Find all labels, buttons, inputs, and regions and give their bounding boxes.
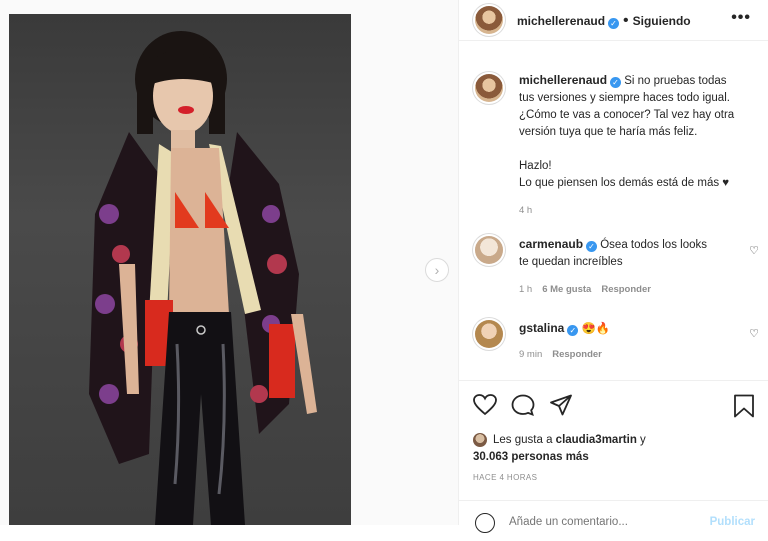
next-photo-button[interactable]: › [425,258,449,282]
post-photo[interactable] [9,14,351,525]
more-options-icon[interactable]: ••• [731,9,751,27]
caption-avatar[interactable] [475,74,503,102]
comment-carmenaub: carmenaub ✓ Ósea todos los looks te queda… [519,236,749,271]
comment-avatar[interactable] [475,320,503,348]
reply-button[interactable]: Responder [601,284,651,295]
caption-line: ¿Cómo te vas a conocer? Tal vez hay otra [519,109,735,121]
bookmark-icon[interactable] [733,394,755,423]
caption-first-line: michellerenaud ✓ Si no pruebas todas [519,72,759,90]
likes-connector: y [640,434,646,446]
add-comment-bar: Publicar [459,500,768,541]
comment-avatar[interactable] [475,236,503,264]
post-header: michellerenaud ✓ • Siguiendo ••• [459,0,768,41]
caption-line: tus versiones y siempre haces todo igual… [519,92,730,104]
photo-illustration [89,31,317,525]
liker-username[interactable]: claudia3martin [556,434,637,446]
comment-time[interactable]: 1 h [519,284,532,295]
caption-username[interactable]: michellerenaud [519,73,607,87]
comment-text: 😍🔥 [581,323,611,335]
comment-username[interactable]: carmenaub [519,237,583,251]
action-bar [459,380,768,431]
post-timestamp[interactable]: HACE 4 HORAS [473,473,537,482]
verified-icon: ✓ [586,241,598,252]
header-username[interactable]: michellerenaud [517,14,605,28]
reply-button[interactable]: Responder [552,349,602,360]
caption-line: Si no pruebas todas [624,75,727,87]
caption-time[interactable]: 4 h [519,202,759,219]
verified-icon: ✓ [610,77,622,88]
comment-meta: 9 min Responder [519,349,612,360]
chevron-right-icon: › [434,262,440,278]
separator-dot: • [623,12,629,29]
caption-spacer [519,141,759,158]
comment-time[interactable]: 9 min [519,349,542,360]
likes-prefix: Les gusta a [493,434,553,446]
comment-meta: 1 h 6 Me gusta Responder [519,284,661,295]
comment-gstalina: gstalina ✓ 😍🔥 [519,320,749,338]
comment-icon[interactable] [511,394,535,421]
heart-icon[interactable] [473,394,497,421]
likes-summary: Les gusta a claudia3martin y 30.063 pers… [473,432,753,466]
photo-area: › [0,0,458,525]
comment-like-heart-icon[interactable]: ♡ [749,327,759,340]
header-user: michellerenaud ✓ • Siguiendo [517,12,691,30]
caption-line: versión tuya que te haría más feliz. [519,126,698,138]
post-panel: michellerenaud ✓ • Siguiendo ••• michellere… [458,0,768,533]
verified-icon: ✓ [608,18,620,29]
following-button[interactable]: Siguiendo [633,14,691,28]
comment-like-heart-icon[interactable]: ♡ [749,244,759,257]
comment-text: te quedan increíbles [519,256,623,268]
comment-likes[interactable]: 6 Me gusta [542,284,591,295]
comment-text: Ósea todos los looks [600,239,707,251]
verified-icon: ✓ [567,325,579,336]
likes-count[interactable]: 30.063 personas más [473,451,589,463]
avatar[interactable] [475,6,503,34]
caption-last-line: Lo que piensen los demás está de más ♥ [519,177,730,189]
publish-button[interactable]: Publicar [710,516,755,528]
caption: michellerenaud ✓ Si no pruebas todas tus … [519,72,759,219]
comment-username[interactable]: gstalina [519,321,564,335]
caption-hazlo: Hazlo! [519,160,552,172]
emoji-icon[interactable] [475,513,495,533]
share-icon[interactable] [549,394,573,421]
comment-input[interactable] [509,516,689,528]
